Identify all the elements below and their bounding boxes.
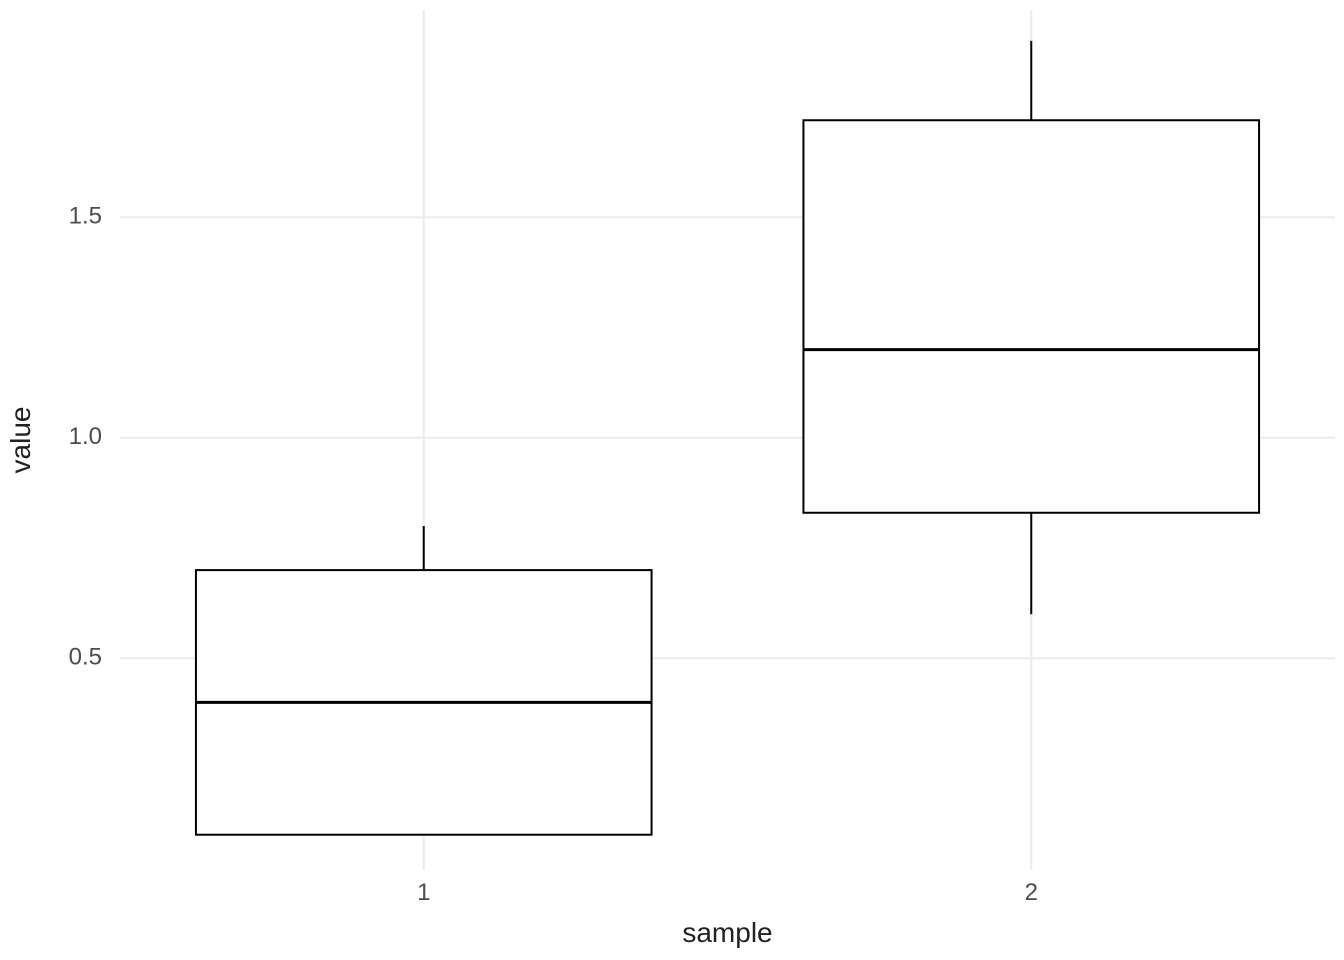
x-tick-label: 1 [417,879,430,906]
box [803,120,1259,513]
x-tick-label: 2 [1025,879,1038,906]
y-tick-label: 1.5 [69,203,102,230]
y-tick-label: 1.0 [69,423,102,450]
y-tick-label: 0.5 [69,644,102,671]
boxplot-chart: 0.5 1.0 1.5 1 2 sample value [0,0,1344,960]
y-axis-title: value [5,407,36,474]
x-axis-title: sample [682,917,772,948]
plot-svg: 0.5 1.0 1.5 1 2 sample value [0,0,1344,960]
